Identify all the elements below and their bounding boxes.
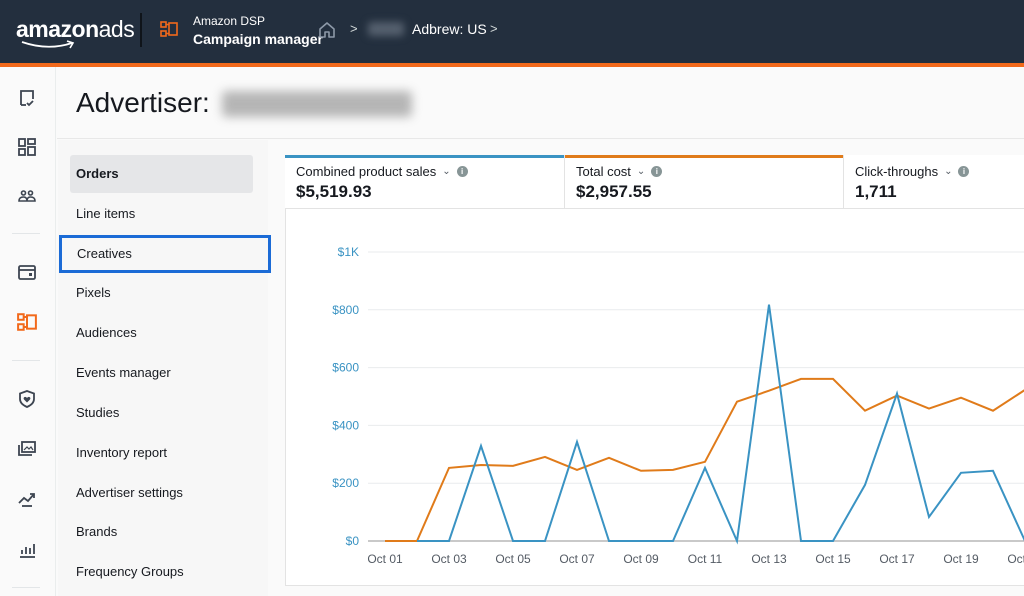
x-tick-label: Oct 03	[431, 552, 467, 566]
x-tick-label: Oct 13	[751, 552, 787, 566]
billing-icon[interactable]	[15, 260, 39, 284]
amazon-ads-logo[interactable]: amazonads	[16, 16, 135, 43]
logo-light-text: ads	[98, 16, 135, 42]
subnav-item-brands[interactable]: Brands	[60, 513, 266, 551]
users-icon[interactable]	[15, 184, 39, 208]
chevron-down-icon[interactable]: ⌄	[637, 166, 645, 177]
subnav-item-advertiser-settings[interactable]: Advertiser settings	[60, 474, 266, 512]
reports-icon[interactable]	[15, 537, 39, 561]
chart-x-axis: Oct 01 Oct 03 Oct 05 Oct 07 Oct 09 Oct 11 Oct …	[367, 552, 1024, 566]
subnav-item-creatives[interactable]: Creatives	[59, 235, 271, 273]
chart-y-axis: $0 $200 $400 $600 $800 $1K	[332, 245, 359, 548]
x-tick-label: Oct 05	[495, 552, 531, 566]
y-tick-label: $800	[332, 303, 359, 317]
metric-total-cost[interactable]: Total cost ⌄ i $2,957.55	[565, 155, 844, 209]
x-tick-label: Oct 01	[367, 552, 403, 566]
page-title: Advertiser:	[76, 87, 210, 118]
x-tick-label: Oct 19	[943, 552, 979, 566]
subnav-item-line-items[interactable]: Line items	[60, 195, 266, 233]
breadcrumb-redacted-entity[interactable]	[368, 22, 404, 36]
metric-value: 1,711	[855, 182, 897, 201]
campaign-manager-icon	[160, 21, 178, 37]
icon-rail	[0, 67, 56, 596]
y-tick-label: $200	[332, 476, 359, 490]
breadcrumb-chevron-icon: >	[490, 21, 498, 36]
y-tick-label: $400	[332, 418, 359, 432]
chart-series	[385, 304, 1024, 545]
y-tick-label: $0	[346, 534, 360, 548]
chevron-down-icon[interactable]: ⌄	[442, 166, 450, 177]
x-tick-label: Oct 09	[623, 552, 659, 566]
info-icon[interactable]: i	[456, 166, 468, 177]
approvals-icon[interactable]	[15, 86, 39, 110]
info-icon[interactable]: i	[651, 166, 663, 177]
metric-value: $5,519.93	[296, 182, 372, 201]
breadcrumb-chevron-icon: >	[350, 21, 358, 36]
rail-divider	[12, 360, 40, 361]
home-icon[interactable]	[317, 20, 337, 40]
topbar-divider	[140, 13, 142, 47]
logo-bold-text: amazon	[16, 16, 99, 42]
x-tick-label: Oct 07	[559, 552, 595, 566]
creative-library-icon[interactable]	[15, 437, 39, 461]
campaign-manager-icon[interactable]	[15, 310, 39, 334]
metric-label: Combined product sales	[296, 164, 437, 179]
x-tick-label: Oct 15	[815, 552, 851, 566]
subnav-item-frequency-groups[interactable]: Frequency Groups	[60, 553, 266, 591]
chevron-down-icon[interactable]: ⌄	[944, 166, 952, 177]
metric-color-bar	[285, 155, 564, 158]
subnav-item-studies[interactable]: Studies	[60, 394, 266, 432]
breadcrumb-account[interactable]: Adbrew: US	[412, 21, 487, 37]
performance-chart-card: Combined product sales ⌄ i $5,519.93 Total…	[285, 155, 1024, 586]
line-chart: $0 $200 $400 $600 $800 $1K Oct 01 Oct 03 Oct 05…	[332, 245, 1024, 566]
metric-color-bar	[844, 155, 1024, 158]
page-header: Advertiser:	[57, 67, 1024, 139]
brand-safety-icon[interactable]	[15, 387, 39, 411]
app-name: Amazon DSP	[193, 14, 266, 28]
metric-label: Total cost	[576, 164, 631, 179]
y-tick-label: $600	[332, 361, 359, 375]
info-icon[interactable]: i	[958, 166, 970, 177]
subnav-item-orders[interactable]: Orders	[70, 155, 253, 193]
metric-click-throughs[interactable]: Click-throughs ⌄ i 1,711	[844, 155, 1024, 209]
x-tick-label: Oct 17	[879, 552, 915, 566]
advertiser-subnav: Orders Line items Creatives Pixels Audie…	[58, 140, 271, 596]
subnav-item-pixels[interactable]: Pixels	[60, 274, 266, 312]
subnav-item-inventory-report[interactable]: Inventory report	[60, 434, 266, 472]
series-line-combined-product-sales[interactable]	[417, 304, 1024, 545]
top-navigation-bar: amazonads Amazon DSP Campaign manager > …	[0, 0, 1024, 63]
y-tick-label: $1K	[338, 245, 359, 259]
subnav-item-events-manager[interactable]: Events manager	[60, 354, 266, 392]
chart-gridlines	[368, 251, 1024, 542]
x-tick-label: Oct 21	[1007, 552, 1024, 566]
performance-icon[interactable]	[15, 487, 39, 511]
dashboard-icon[interactable]	[15, 135, 39, 159]
metric-label: Click-throughs	[855, 164, 939, 179]
metric-color-bar	[565, 155, 843, 158]
app-section-title: Campaign manager	[193, 31, 323, 47]
advertiser-name-redacted	[222, 91, 412, 117]
rail-divider	[12, 233, 40, 234]
metric-combined-product-sales[interactable]: Combined product sales ⌄ i $5,519.93	[285, 155, 565, 209]
metric-value: $2,957.55	[576, 182, 652, 201]
rail-divider	[12, 587, 40, 588]
subnav-item-audiences[interactable]: Audiences	[60, 314, 266, 352]
amazon-smile-icon	[21, 40, 75, 49]
x-tick-label: Oct 11	[688, 552, 723, 566]
